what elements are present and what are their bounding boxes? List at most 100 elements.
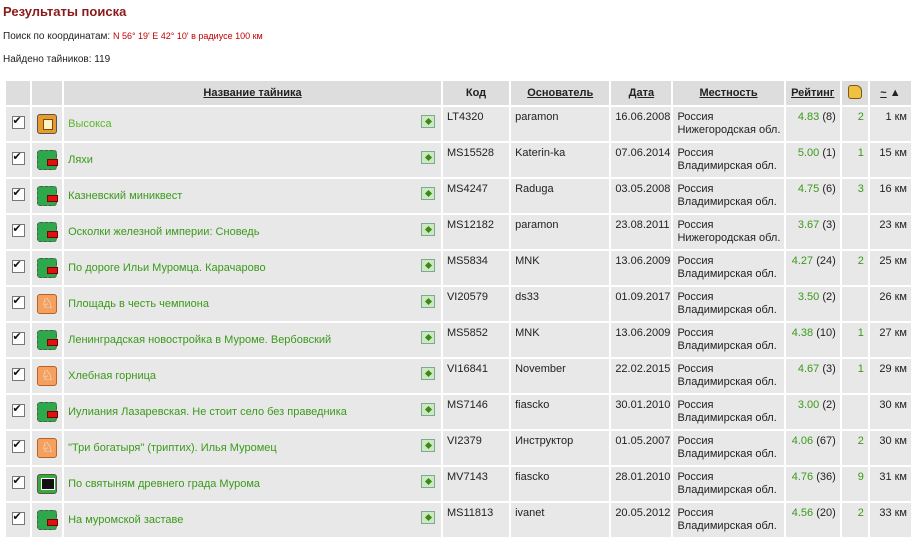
cache-owner: paramon — [511, 215, 610, 249]
row-checkbox[interactable] — [11, 186, 25, 201]
cache-code: MS5834 — [442, 251, 510, 285]
row-checkbox[interactable] — [11, 510, 25, 525]
rating-votes: (20) — [816, 507, 836, 519]
row-checkbox-cell — [6, 395, 31, 429]
map-icon[interactable] — [420, 223, 435, 236]
row-checkbox[interactable] — [11, 258, 25, 273]
cache-recommendations — [841, 215, 868, 249]
cache-rating: 4.06 (67) — [785, 431, 840, 465]
cache-location: Россия Нижегородская обл. — [673, 215, 784, 249]
cache-code: MS7146 — [442, 395, 510, 429]
cache-type-trad-icon — [37, 114, 58, 134]
cache-name-link[interactable]: Ляхи — [68, 154, 93, 166]
cache-name-link[interactable]: "Три богатыря" (триптих). Илья Муромец — [68, 442, 277, 454]
header-location[interactable]: Местность — [673, 81, 784, 105]
map-icon[interactable] — [420, 259, 435, 272]
cache-name-link[interactable]: Хлебная горница — [68, 370, 156, 382]
location-region: Владимирская обл. — [677, 268, 777, 280]
cache-distance: 27 км — [869, 323, 911, 357]
map-icon[interactable] — [420, 511, 435, 524]
cache-name-link[interactable]: Иулиания Лазаревская. Не стоит село без … — [68, 406, 347, 418]
row-checkbox[interactable] — [11, 366, 25, 381]
cache-name-cell: Иулиания Лазаревская. Не стоит село без … — [64, 395, 441, 429]
cache-name-link[interactable]: По дороге Ильи Муромца. Карачарово — [68, 262, 265, 274]
cache-recommendations: 3 — [841, 179, 868, 213]
cache-name-link[interactable]: Казневский миниквест — [68, 190, 182, 202]
header-name[interactable]: Название тайника — [64, 81, 441, 105]
map-icon[interactable] — [420, 115, 435, 128]
row-checkbox[interactable] — [11, 114, 25, 129]
header-date[interactable]: Дата — [611, 81, 672, 105]
map-icon[interactable] — [420, 403, 435, 416]
map-icon[interactable] — [420, 187, 435, 200]
location-country: Россия — [677, 363, 714, 375]
cache-name-cell: На муромской заставе — [64, 503, 441, 537]
location-country: Россия — [677, 471, 714, 483]
cache-location: Россия Владимирская обл. — [673, 323, 784, 357]
row-checkbox[interactable] — [11, 438, 25, 453]
cache-name-cell: "Три богатыря" (триптих). Илья Муромец — [64, 431, 441, 465]
table-row: На муромской заставе MS11813ivanet20.05.2… — [6, 503, 911, 537]
map-icon[interactable] — [420, 367, 435, 380]
row-checkbox[interactable] — [11, 474, 25, 489]
table-row: Ленинградская новостройка в Муроме. Верб… — [6, 323, 911, 357]
cache-recommendations: 2 — [841, 107, 868, 141]
cache-owner: fiascko — [511, 395, 610, 429]
cache-recommendations — [841, 395, 868, 429]
map-icon[interactable] — [420, 475, 435, 488]
search-coordinates: Поиск по координатам: N 56° 19' E 42° 10… — [3, 31, 263, 42]
map-icon[interactable] — [420, 439, 435, 452]
map-icon[interactable] — [420, 295, 435, 308]
rating-value: 4.67 — [797, 363, 820, 375]
cache-type-virtual-icon — [37, 438, 58, 458]
table-row: По святыням древнего града Мурома MV7143f… — [6, 467, 911, 501]
row-checkbox[interactable] — [11, 222, 25, 237]
rating-value: 4.83 — [797, 111, 820, 123]
row-checkbox[interactable] — [11, 294, 25, 309]
header-distance[interactable]: ~ ▲ — [869, 81, 911, 105]
cache-rating: 4.67 (3) — [785, 359, 840, 393]
cache-name-link[interactable]: По святыням древнего града Мурома — [68, 478, 260, 490]
map-icon[interactable] — [420, 151, 435, 164]
rating-value: 4.06 — [791, 435, 814, 447]
cache-owner: ds33 — [511, 287, 610, 321]
header-rating[interactable]: Рейтинг — [785, 81, 840, 105]
cache-type-multi-icon — [37, 186, 59, 206]
location-region: Нижегородская обл. — [677, 232, 781, 244]
cache-date: 22.02.2015 — [611, 359, 672, 393]
cache-name-link[interactable]: Ленинградская новостройка в Муроме. Верб… — [68, 334, 331, 346]
location-country: Россия — [677, 183, 714, 195]
cache-rating: 4.76 (36) — [785, 467, 840, 501]
cache-name-link[interactable]: Осколки железной империи: Сноведь — [68, 226, 259, 238]
cache-type-virtual-icon — [37, 366, 58, 386]
map-icon[interactable] — [420, 331, 435, 344]
row-checkbox-cell — [6, 179, 31, 213]
row-checkbox[interactable] — [11, 150, 25, 165]
cache-name-link[interactable]: Высокса — [68, 118, 112, 130]
header-code: Код — [442, 81, 510, 105]
cache-name-link[interactable]: На муромской заставе — [68, 514, 183, 526]
table-header: Название тайника Код Основатель Дата Мес… — [6, 81, 911, 105]
header-recommend[interactable] — [841, 81, 868, 105]
location-country: Россия — [677, 507, 714, 519]
cache-type-event-icon — [37, 474, 58, 494]
sort-arrow-icon: ▲ — [889, 87, 901, 99]
row-checkbox[interactable] — [11, 402, 25, 417]
cache-distance: 30 км — [869, 395, 911, 429]
cache-code: MS5852 — [442, 323, 510, 357]
rating-votes: (36) — [816, 471, 836, 483]
row-checkbox-cell — [6, 359, 31, 393]
cache-name-link[interactable]: Площадь в честь чемпиона — [68, 298, 209, 310]
cache-distance: 15 км — [869, 143, 911, 177]
cache-location: Россия Владимирская обл. — [673, 467, 784, 501]
row-checkbox[interactable] — [11, 330, 25, 345]
cache-type-cell — [32, 323, 63, 357]
row-checkbox-cell — [6, 107, 31, 141]
cache-date: 13.06.2009 — [611, 251, 672, 285]
cache-type-cell — [32, 359, 63, 393]
cache-date: 23.08.2011 — [611, 215, 672, 249]
cache-owner: ivanet — [511, 503, 610, 537]
header-owner[interactable]: Основатель — [511, 81, 610, 105]
cache-type-multi-icon — [37, 222, 59, 242]
cache-distance: 26 км — [869, 287, 911, 321]
